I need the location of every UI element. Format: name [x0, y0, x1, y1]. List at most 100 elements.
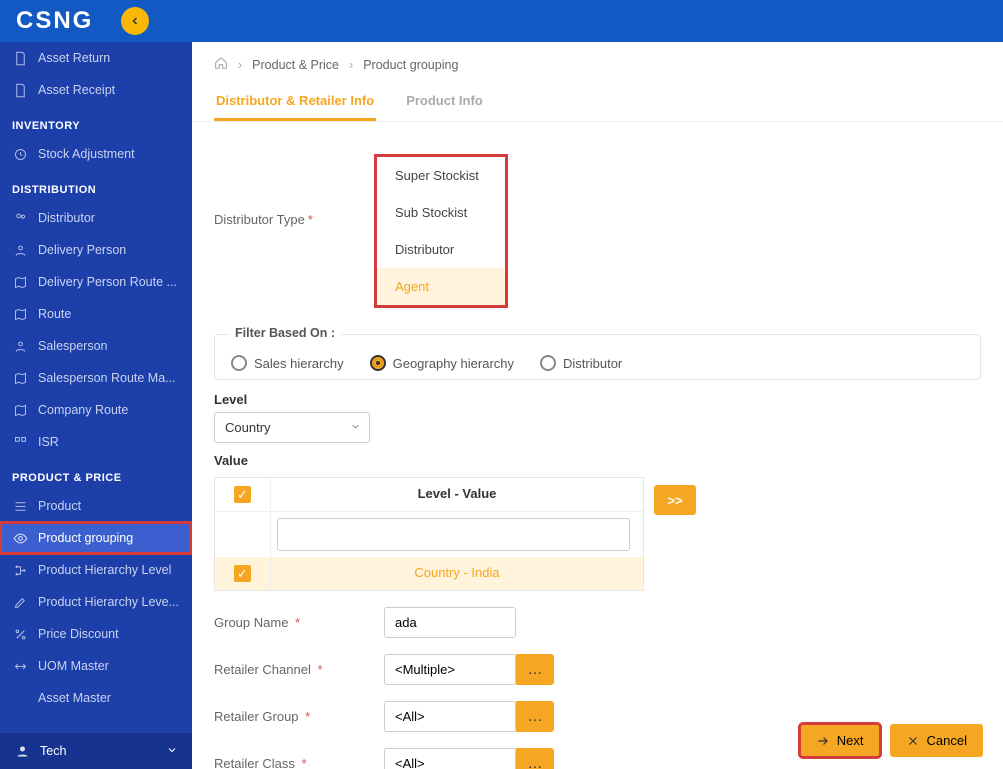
sidebar-item-label: Product grouping [38, 531, 133, 545]
clock-icon [12, 146, 28, 162]
sidebar-item-stock-adjustment[interactable]: Stock Adjustment [0, 138, 192, 170]
value-label: Value [214, 453, 981, 468]
person-icon [12, 242, 28, 258]
tab-product-info[interactable]: Product Info [404, 83, 485, 121]
list-icon [12, 498, 28, 514]
user-icon [14, 743, 30, 759]
distributor-type-option[interactable]: Distributor [377, 231, 505, 268]
sidebar-item-label: Asset Receipt [38, 83, 115, 97]
retailer-group-more-button[interactable]: … [516, 701, 554, 732]
distributor-type-option[interactable]: Super Stockist [377, 157, 505, 194]
radio-sales-hierarchy[interactable]: Sales hierarchy [231, 355, 344, 371]
filter-legend: Filter Based On : [229, 326, 341, 340]
person-icon [12, 338, 28, 354]
retailer-class-input[interactable] [384, 748, 516, 769]
tab-distributor-retailer[interactable]: Distributor & Retailer Info [214, 83, 376, 121]
sidebar-item-label: Salesperson Route Ma... [38, 371, 176, 385]
group-name-input[interactable] [384, 607, 516, 638]
sidebar-item-company-route[interactable]: Company Route [0, 394, 192, 426]
sidebar-item-label: UOM Master [38, 659, 109, 673]
home-icon[interactable] [214, 56, 228, 73]
value-go-button[interactable]: >> [654, 485, 696, 515]
app-logo: CSNG [16, 7, 93, 35]
map-icon [12, 306, 28, 322]
sidebar-item-delivery-person-route[interactable]: Delivery Person Route ... [0, 266, 192, 298]
sidebar-item-product-hierarchy-level[interactable]: Product Hierarchy Level [0, 554, 192, 586]
value-row-checkbox[interactable]: ✓ [234, 565, 251, 582]
sidebar-item-price-discount[interactable]: Price Discount [0, 618, 192, 650]
retailer-group-input[interactable] [384, 701, 516, 732]
sidebar-item-label: Product [38, 499, 81, 513]
retailer-channel-label: Retailer Channel * [214, 662, 384, 677]
close-icon [906, 734, 920, 748]
value-table-header: Level - Value [271, 478, 643, 511]
eye-icon [12, 530, 28, 546]
sidebar-item-salesperson-route[interactable]: Salesperson Route Ma... [0, 362, 192, 394]
value-filter-input[interactable] [277, 518, 630, 551]
sidebar-item-distributor[interactable]: Distributor [0, 202, 192, 234]
radio-distributor[interactable]: Distributor [540, 355, 622, 371]
map-icon [12, 274, 28, 290]
pencil-icon [12, 594, 28, 610]
level-label: Level [214, 392, 981, 407]
sidebar-heading-distribution: DISTRIBUTION [0, 170, 192, 202]
sidebar-item-delivery-person[interactable]: Delivery Person [0, 234, 192, 266]
sidebar-item-label: Product Hierarchy Level [38, 563, 171, 577]
users-icon [12, 210, 28, 226]
percent-icon [12, 626, 28, 642]
sidebar-item-label: ISR [38, 435, 59, 449]
sidebar-item-label: Asset Master [38, 691, 111, 705]
distributor-type-option[interactable]: Agent [377, 268, 505, 305]
sidebar-item-product[interactable]: Product [0, 490, 192, 522]
map-icon [12, 402, 28, 418]
distributor-type-listbox: Super Stockist Sub Stockist Distributor … [374, 154, 508, 308]
sidebar-footer[interactable]: Tech [0, 733, 192, 769]
blank-icon [12, 690, 28, 706]
distributor-type-label: Distributor Type* [214, 212, 374, 227]
breadcrumb-page: Product grouping [363, 58, 458, 72]
sidebar-item-asset-master[interactable]: Asset Master [0, 682, 192, 714]
sidebar[interactable]: Asset Return Asset Receipt INVENTORY Sto… [0, 42, 192, 769]
sidebar-item-route[interactable]: Route [0, 298, 192, 330]
retailer-channel-input[interactable] [384, 654, 516, 685]
value-checkall[interactable]: ✓ [234, 486, 251, 503]
arrows-icon [12, 658, 28, 674]
level-value: Country [225, 420, 271, 435]
sidebar-item-asset-receipt[interactable]: Asset Receipt [0, 74, 192, 106]
sidebar-item-label: Delivery Person [38, 243, 126, 257]
retailer-class-more-button[interactable]: … [516, 748, 554, 769]
sidebar-user-label: Tech [40, 744, 66, 758]
sidebar-item-product-hierarchy-level-2[interactable]: Product Hierarchy Leve... [0, 586, 192, 618]
filter-fieldset: Filter Based On : Sales hierarchy Geogra… [214, 334, 981, 380]
sidebar-item-salesperson[interactable]: Salesperson [0, 330, 192, 362]
breadcrumb: › Product & Price › Product grouping [192, 42, 1003, 83]
breadcrumb-root[interactable]: Product & Price [252, 58, 339, 72]
sidebar-item-asset-return[interactable]: Asset Return [0, 42, 192, 74]
sidebar-item-label: Route [38, 307, 71, 321]
sidebar-item-label: Stock Adjustment [38, 147, 135, 161]
distributor-type-dropdown[interactable]: Super Stockist Sub Stockist Distributor … [374, 154, 508, 308]
radio-geography-hierarchy[interactable]: Geography hierarchy [370, 355, 514, 371]
arrow-right-icon [816, 734, 830, 748]
tree-icon [12, 562, 28, 578]
chevron-right-icon: › [238, 58, 242, 72]
sidebar-item-product-grouping[interactable]: Product grouping [0, 522, 192, 554]
cancel-button[interactable]: Cancel [890, 724, 983, 757]
sidebar-collapse-button[interactable] [121, 7, 149, 35]
sidebar-item-uom-master[interactable]: UOM Master [0, 650, 192, 682]
chevron-right-icon: › [349, 58, 353, 72]
doc-icon [12, 82, 28, 98]
level-select[interactable]: Country [214, 412, 370, 443]
distributor-type-option[interactable]: Sub Stockist [377, 194, 505, 231]
chevron-down-icon [350, 420, 361, 435]
value-row-text[interactable]: Country - India [271, 557, 643, 590]
sidebar-item-isr[interactable]: ISR [0, 426, 192, 458]
sidebar-item-label: Price Discount [38, 627, 119, 641]
sidebar-heading-inventory: INVENTORY [0, 106, 192, 138]
retailer-class-label: Retailer Class * [214, 756, 384, 769]
footer-actions: Next Cancel [800, 724, 983, 757]
retailer-channel-more-button[interactable]: … [516, 654, 554, 685]
grid-icon [12, 434, 28, 450]
next-button[interactable]: Next [800, 724, 880, 757]
value-table: ✓ Level - Value ✓ Country - India [214, 477, 644, 591]
